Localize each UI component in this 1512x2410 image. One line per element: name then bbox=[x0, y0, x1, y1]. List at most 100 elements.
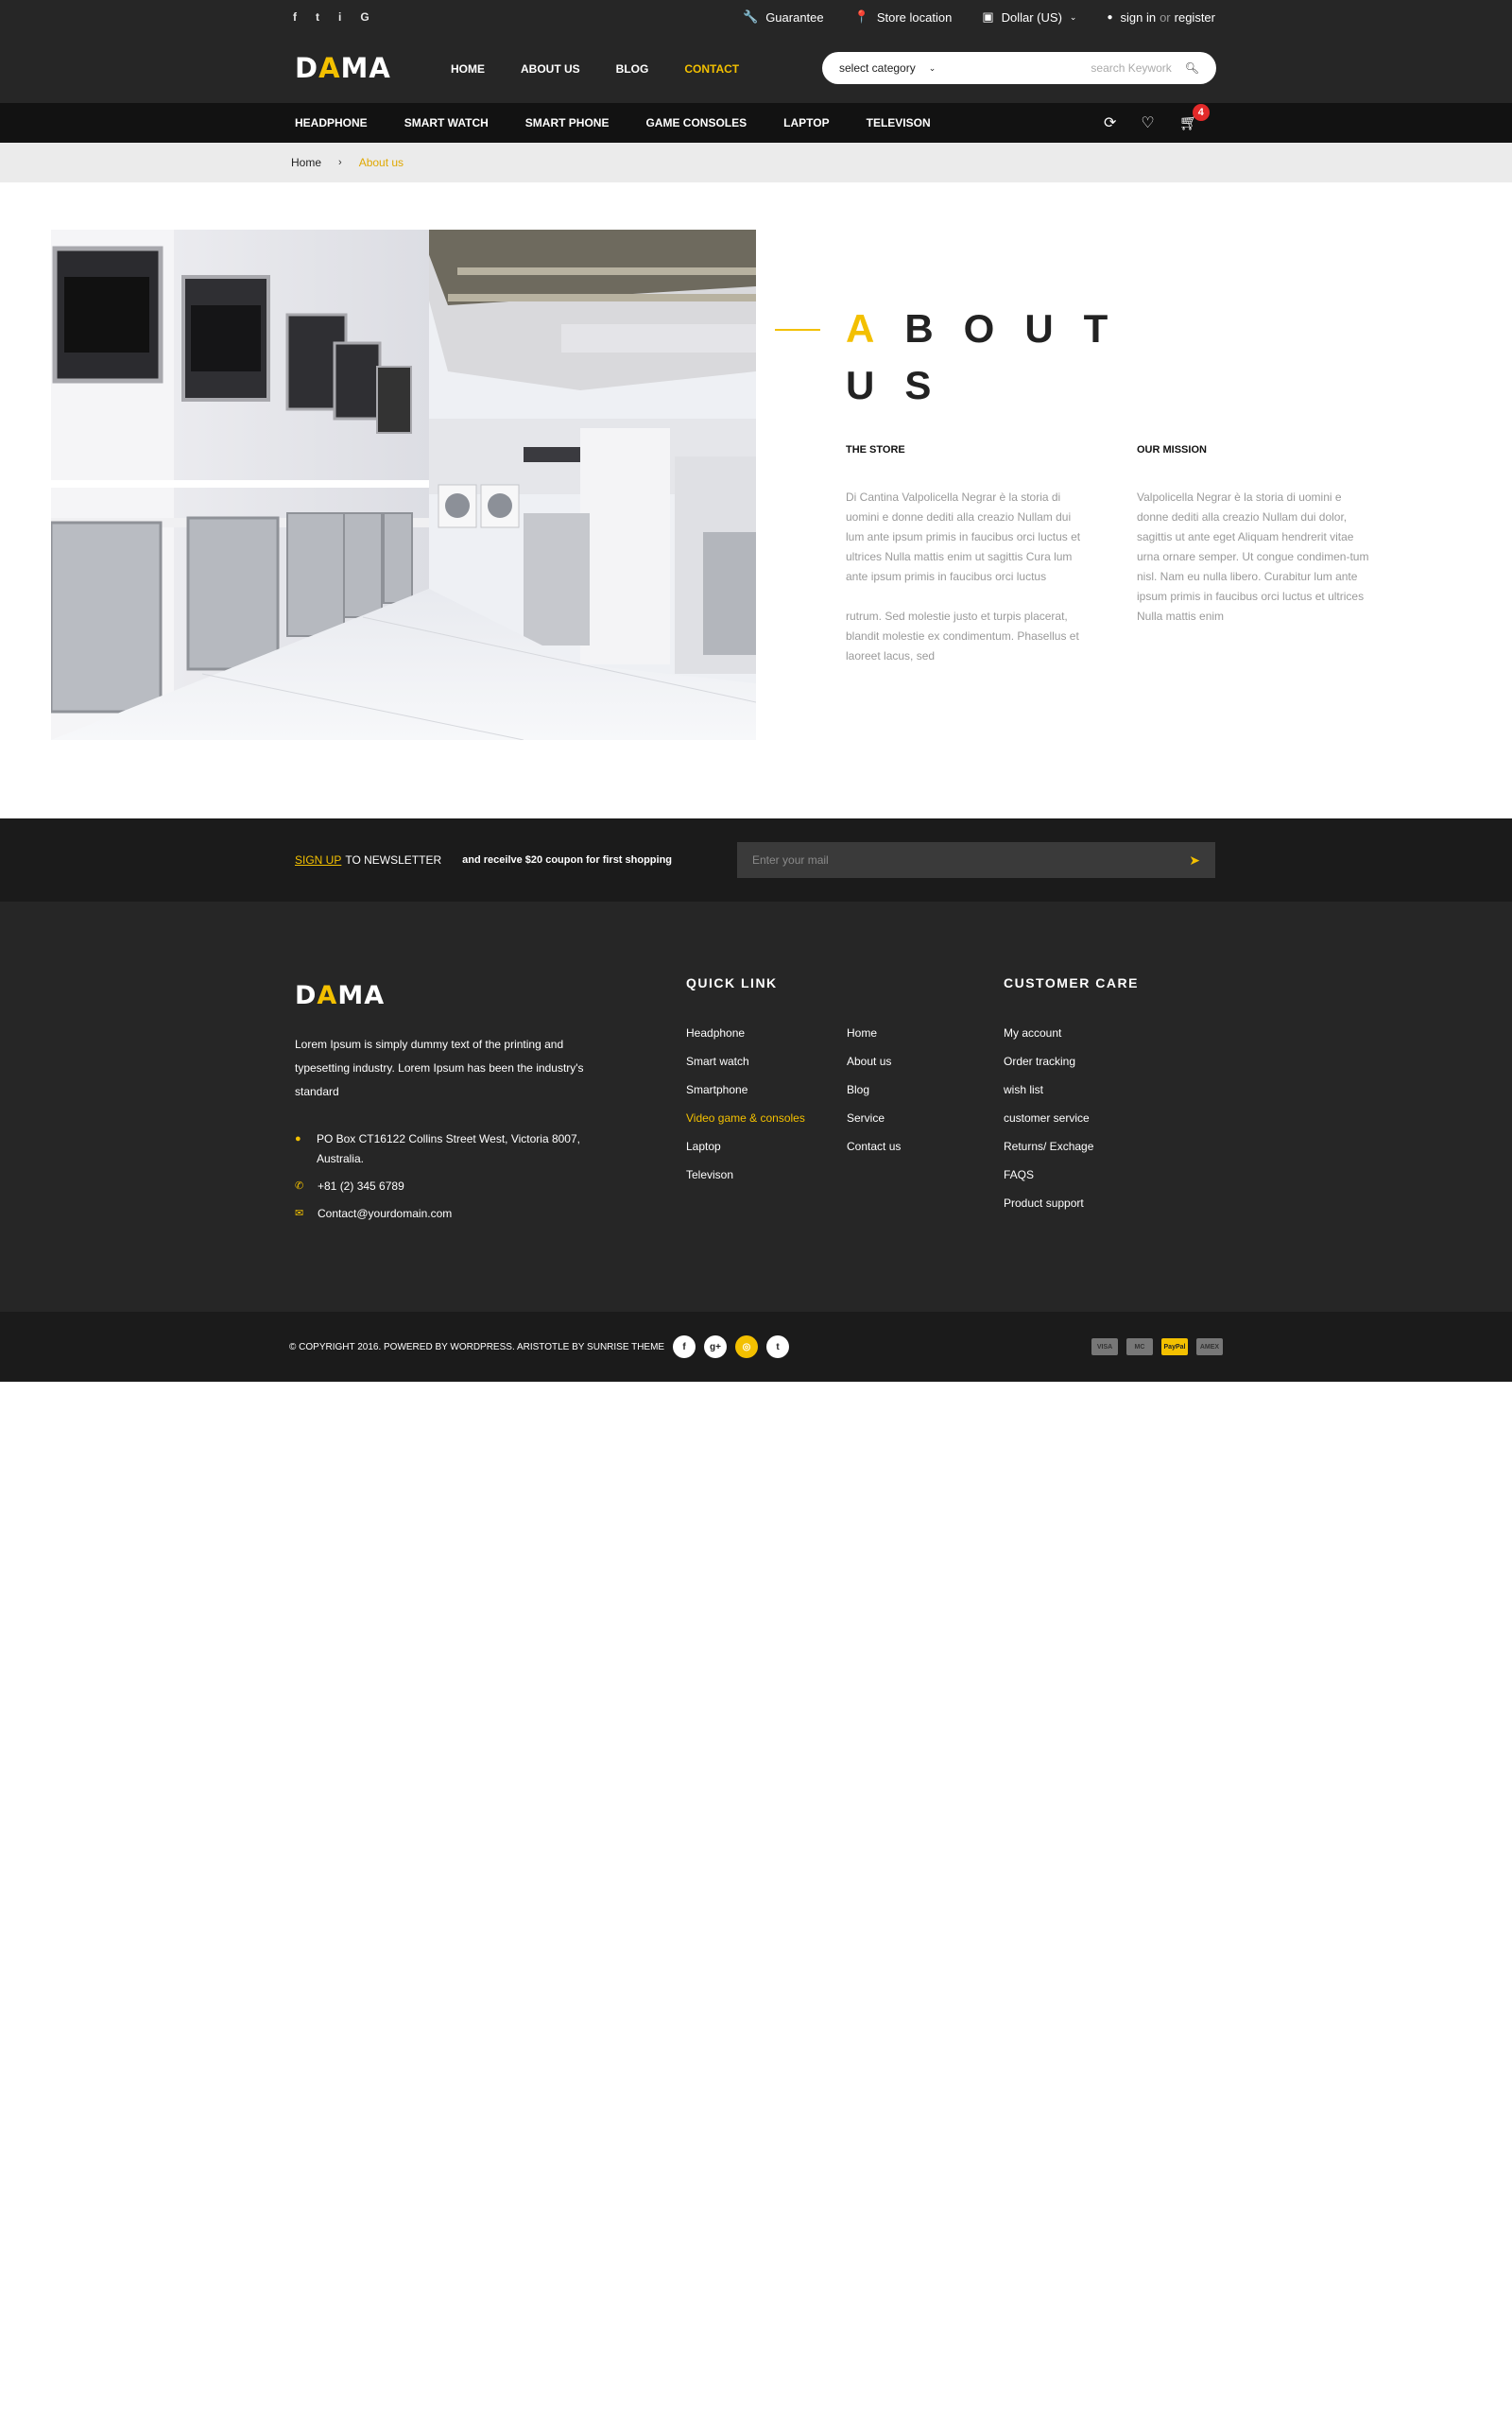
compare-icon[interactable]: ⟳ bbox=[1104, 113, 1116, 132]
nav-home[interactable]: HOME bbox=[451, 62, 485, 76]
user-icon: ● bbox=[1107, 11, 1113, 23]
footer-link-my-account[interactable]: My account bbox=[1004, 1019, 1093, 1047]
main-header: DAMA HOME ABOUT US BLOG CONTACT select c… bbox=[0, 34, 1512, 103]
twitter-icon[interactable]: t bbox=[316, 10, 319, 24]
footer-contact: ● PO Box CT16122 Collins Street West, Vi… bbox=[295, 1129, 597, 1231]
footer-link-customer-service[interactable]: customer service bbox=[1004, 1104, 1093, 1132]
our-mission-column: OUR MISSION Valpolicella Negrar è la sto… bbox=[1137, 444, 1373, 646]
newsletter-offer: and receilve $20 coupon for first shoppi… bbox=[462, 854, 673, 866]
visa-icon: VISA bbox=[1091, 1338, 1118, 1355]
the-store-column: THE STORE Di Cantina Valpolicella Negrar… bbox=[846, 444, 1082, 686]
cart-count-badge: 4 bbox=[1192, 104, 1210, 121]
quick-link-heading: QUICK LINK bbox=[686, 975, 778, 990]
footer-link-about-us[interactable]: About us bbox=[847, 1047, 901, 1076]
category-headphone[interactable]: HEADPHONE bbox=[295, 116, 368, 129]
category-smart-watch[interactable]: SMART WATCH bbox=[404, 116, 489, 129]
paypal-icon: PayPal bbox=[1161, 1338, 1188, 1355]
register-link[interactable]: register bbox=[1175, 10, 1215, 25]
copyright: © COPYRIGHT 2016. POWERED BY WORDPRESS. … bbox=[289, 1341, 665, 1352]
search-input[interactable] bbox=[981, 61, 1185, 75]
store-interior-photo bbox=[51, 230, 756, 740]
footer-address: PO Box CT16122 Collins Street West, Vict… bbox=[316, 1132, 580, 1165]
map-pin-icon: 📍 bbox=[853, 9, 869, 24]
footer-link-televison[interactable]: Televison bbox=[686, 1161, 805, 1189]
google-icon[interactable]: G bbox=[360, 10, 369, 24]
bottom-social-links: f g+ ◎ t bbox=[673, 1335, 789, 1358]
sign-in-link[interactable]: sign in bbox=[1121, 10, 1157, 25]
newsletter-email-input[interactable] bbox=[752, 853, 1190, 867]
footer-link-contact-us[interactable]: Contact us bbox=[847, 1132, 901, 1161]
footer-link-headphone[interactable]: Headphone bbox=[686, 1019, 805, 1047]
facebook-icon[interactable]: f bbox=[293, 10, 297, 24]
footer-link-faqs[interactable]: FAQS bbox=[1004, 1161, 1093, 1189]
footer-description: Lorem Ipsum is simply dummy text of the … bbox=[295, 1038, 584, 1098]
top-bar: f t i G 🔧 Guarantee 📍 Store location ▣ D… bbox=[0, 0, 1512, 34]
nav-contact[interactable]: CONTACT bbox=[684, 62, 739, 76]
footer-link-order-tracking[interactable]: Order tracking bbox=[1004, 1047, 1093, 1076]
the-store-heading: THE STORE bbox=[846, 444, 905, 456]
customer-care-list: My account Order tracking wish list cust… bbox=[1004, 1019, 1093, 1217]
newsletter-signup-link[interactable]: SIGN UP bbox=[295, 853, 341, 867]
footer-link-returns[interactable]: Returns/ Exchage bbox=[1004, 1132, 1093, 1161]
store-location-link[interactable]: 📍 Store location bbox=[854, 9, 953, 25]
breadcrumb: Home › About us bbox=[0, 143, 1512, 182]
footer-link-blog[interactable]: Blog bbox=[847, 1076, 901, 1104]
nav-about-us[interactable]: ABOUT US bbox=[521, 62, 580, 76]
footer-email[interactable]: Contact@yourdomain.com bbox=[318, 1204, 452, 1224]
money-icon: ▣ bbox=[982, 9, 994, 24]
instagram-icon[interactable]: i bbox=[338, 10, 341, 24]
wrench-icon: 🔧 bbox=[743, 9, 759, 24]
quick-links-list-2: Home About us Blog Service Contact us bbox=[847, 1019, 901, 1161]
currency-select[interactable]: ▣ Dollar (US) ⌄ bbox=[982, 9, 1076, 25]
breadcrumb-separator: › bbox=[338, 157, 342, 168]
heart-icon[interactable]: ♡ bbox=[1141, 113, 1154, 132]
twitter-icon[interactable]: t bbox=[766, 1335, 789, 1358]
our-mission-heading: OUR MISSION bbox=[1137, 444, 1207, 456]
top-right-links: 🔧 Guarantee 📍 Store location ▣ Dollar (U… bbox=[743, 0, 1215, 34]
guarantee-link[interactable]: 🔧 Guarantee bbox=[743, 9, 824, 25]
category-televison[interactable]: TELEVISON bbox=[867, 116, 931, 129]
breadcrumb-current: About us bbox=[358, 156, 404, 169]
quick-links-list-1: Headphone Smart watch Smartphone Video g… bbox=[686, 1019, 805, 1189]
category-smart-phone[interactable]: SMART PHONE bbox=[525, 116, 610, 129]
category-select[interactable]: select category ⌄ bbox=[839, 61, 981, 75]
main-nav: HOME ABOUT US BLOG CONTACT bbox=[451, 34, 739, 103]
map-pin-icon: ● bbox=[295, 1133, 301, 1145]
chevron-down-icon: ⌄ bbox=[1069, 11, 1077, 22]
breadcrumb-home[interactable]: Home bbox=[291, 156, 321, 169]
cart-button[interactable]: 🛒︎ 4 bbox=[1179, 104, 1210, 132]
customer-care-heading: CUSTOMER CARE bbox=[1004, 975, 1139, 990]
site-logo[interactable]: DAMA bbox=[295, 52, 391, 84]
send-icon[interactable]: ➤ bbox=[1189, 852, 1200, 869]
search-bar: select category ⌄ 🔍︎ bbox=[822, 52, 1216, 84]
about-accent-line bbox=[775, 329, 820, 331]
phone-icon: ✆ bbox=[295, 1180, 304, 1192]
nav-blog[interactable]: BLOG bbox=[616, 62, 649, 76]
top-social-links: f t i G bbox=[293, 0, 369, 34]
the-store-paragraph-2: rutrum. Sed molestie justo et turpis pla… bbox=[846, 610, 1079, 663]
instagram-icon[interactable]: ◎ bbox=[735, 1335, 758, 1358]
category-nav: HEADPHONE SMART WATCH SMART PHONE GAME C… bbox=[295, 103, 931, 143]
google-plus-icon[interactable]: g+ bbox=[704, 1335, 727, 1358]
newsletter-bar: SIGN UP TO NEWSLETTER and receilve $20 c… bbox=[0, 818, 1512, 902]
account-links: ● sign in or register bbox=[1107, 10, 1215, 25]
about-title: ABOUT US bbox=[846, 306, 1139, 407]
footer-link-home[interactable]: Home bbox=[847, 1019, 901, 1047]
category-game-consoles[interactable]: GAME CONSOLES bbox=[645, 116, 747, 129]
chevron-down-icon: ⌄ bbox=[928, 62, 936, 73]
newsletter-form: ➤ bbox=[737, 842, 1215, 878]
footer-link-wish-list[interactable]: wish list bbox=[1004, 1076, 1093, 1104]
footer-link-product-support[interactable]: Product support bbox=[1004, 1189, 1093, 1217]
amex-icon: AMEX bbox=[1196, 1338, 1223, 1355]
the-store-paragraph-1: Di Cantina Valpolicella Negrar è la stor… bbox=[846, 491, 1081, 583]
footer-link-smartphone[interactable]: Smartphone bbox=[686, 1076, 805, 1104]
footer-link-video-game[interactable]: Video game & consoles bbox=[686, 1104, 805, 1132]
footer-link-service[interactable]: Service bbox=[847, 1104, 901, 1132]
category-laptop[interactable]: LAPTOP bbox=[783, 116, 829, 129]
footer-link-laptop[interactable]: Laptop bbox=[686, 1132, 805, 1161]
facebook-icon[interactable]: f bbox=[673, 1335, 696, 1358]
footer-phone: +81 (2) 345 6789 bbox=[318, 1179, 404, 1193]
search-icon[interactable]: 🔍︎ bbox=[1185, 61, 1199, 75]
footer-logo[interactable]: DAMA bbox=[295, 981, 385, 1010]
footer-link-smart-watch[interactable]: Smart watch bbox=[686, 1047, 805, 1076]
